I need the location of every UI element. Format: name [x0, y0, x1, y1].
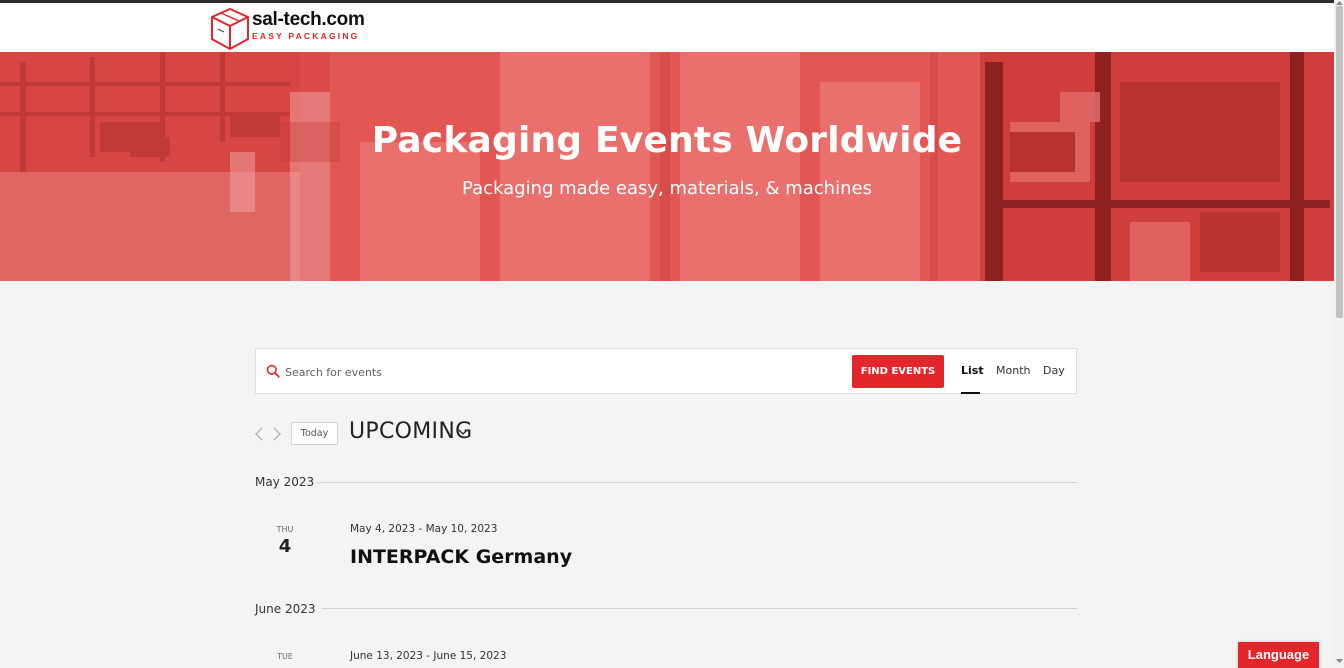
view-day-tab[interactable]: Day	[1043, 364, 1065, 377]
event-title-link[interactable]: INTERPACK Germany	[350, 546, 572, 568]
event-day-of-week: TUE	[277, 652, 293, 661]
event-date-range: May 4, 2023 - May 10, 2023	[350, 523, 498, 535]
warehouse-background	[0, 52, 1334, 281]
event-date-range: June 13, 2023 - June 15, 2023	[350, 650, 507, 662]
site-logo[interactable]: sal-tech.com EASY PACKAGING	[210, 7, 370, 51]
chevron-down-icon[interactable]	[458, 428, 468, 436]
today-button[interactable]: Today	[291, 422, 338, 445]
event-day-of-week: THU	[276, 525, 294, 534]
month-separator-line	[317, 482, 1077, 483]
month-separator-label: June 2023	[255, 602, 316, 616]
hero-banner: Packaging Events Worldwide Packaging mad…	[0, 52, 1334, 281]
scroll-down-arrow-icon[interactable]	[1335, 658, 1344, 664]
chevron-left-icon[interactable]	[253, 426, 265, 442]
search-input[interactable]	[283, 361, 827, 383]
search-icon	[266, 364, 280, 378]
language-button[interactable]: Language	[1238, 642, 1319, 668]
view-list-tab[interactable]: List	[961, 364, 984, 377]
page-title: Packaging Events Worldwide	[371, 120, 963, 161]
events-search-bar: FIND EVENTS List Month Day	[255, 348, 1077, 394]
scrollbar-thumb[interactable]	[1336, 6, 1343, 318]
month-separator-line	[322, 608, 1077, 609]
logo-name: sal-tech.com	[252, 9, 365, 30]
date-range-selector[interactable]: UPCOMING	[349, 419, 472, 444]
box-logo-icon	[211, 7, 249, 51]
active-view-underline	[961, 392, 980, 394]
find-events-button[interactable]: FIND EVENTS	[852, 355, 944, 388]
page-subtitle: Packaging made easy, materials, & machin…	[462, 178, 872, 199]
site-header: sal-tech.com EASY PACKAGING	[0, 3, 1334, 52]
chevron-right-icon[interactable]	[271, 426, 283, 442]
logo-tagline: EASY PACKAGING	[252, 31, 360, 41]
view-month-tab[interactable]: Month	[996, 364, 1030, 377]
month-separator-label: May 2023	[255, 475, 315, 489]
event-day-number: 4	[278, 536, 292, 557]
